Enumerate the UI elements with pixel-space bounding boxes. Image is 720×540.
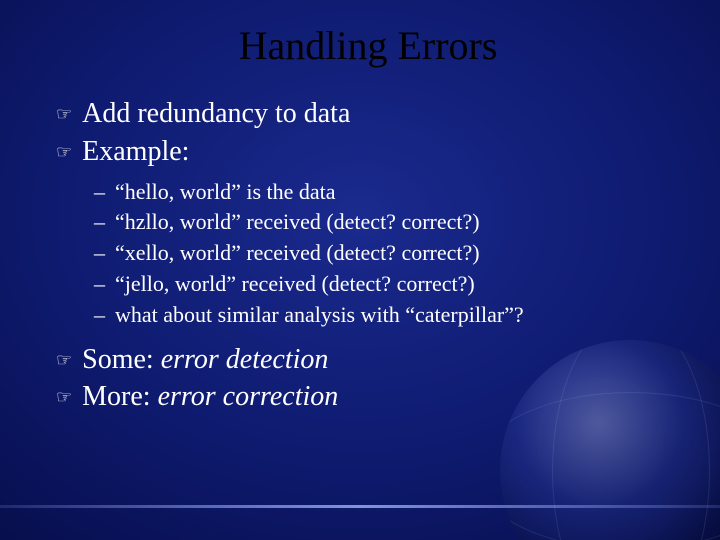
pointing-hand-icon: ☞ [56, 102, 72, 126]
dash-icon: – [94, 300, 105, 331]
bullet-text: “xello, world” received (detect? correct… [115, 238, 480, 269]
bullet-level2: – “jello, world” received (detect? corre… [94, 269, 680, 300]
bullet-text: Some: error detection [82, 341, 328, 379]
bullet-level1: ☞ Example: [56, 133, 680, 171]
bullet-text: what about similar analysis with “caterp… [115, 300, 524, 331]
dash-icon: – [94, 207, 105, 238]
bullet-emphasis: error correction [158, 381, 339, 412]
bullet-level2: – “xello, world” received (detect? corre… [94, 238, 680, 269]
bullet-level2: – “hello, world” is the data [94, 177, 680, 208]
slide: Handling Errors ☞ Add redundancy to data… [0, 0, 720, 540]
bullet-text: Example: [82, 133, 189, 171]
dash-icon: – [94, 269, 105, 300]
bullet-prefix: More: [82, 381, 157, 412]
slide-title: Handling Errors [56, 22, 680, 69]
bullet-level2: – “hzllo, world” received (detect? corre… [94, 207, 680, 238]
bullet-text: “hello, world” is the data [115, 177, 336, 208]
bullet-level1: ☞ Add redundancy to data [56, 95, 680, 133]
bullet-text: “hzllo, world” received (detect? correct… [115, 207, 480, 238]
bullet-text: Add redundancy to data [82, 95, 350, 133]
bullet-text: “jello, world” received (detect? correct… [115, 269, 475, 300]
bullet-prefix: Some: [82, 344, 161, 375]
bullet-level1: ☞ More: error correction [56, 378, 680, 416]
bullet-level2: – what about similar analysis with “cate… [94, 300, 680, 331]
sub-bullet-group: – “hello, world” is the data – “hzllo, w… [94, 177, 680, 331]
dash-icon: – [94, 177, 105, 208]
pointing-hand-icon: ☞ [56, 385, 72, 409]
bullet-emphasis: error detection [161, 344, 329, 375]
pointing-hand-icon: ☞ [56, 348, 72, 372]
dash-icon: – [94, 238, 105, 269]
bullet-level1: ☞ Some: error detection [56, 341, 680, 379]
pointing-hand-icon: ☞ [56, 140, 72, 164]
bullet-text: More: error correction [82, 378, 338, 416]
